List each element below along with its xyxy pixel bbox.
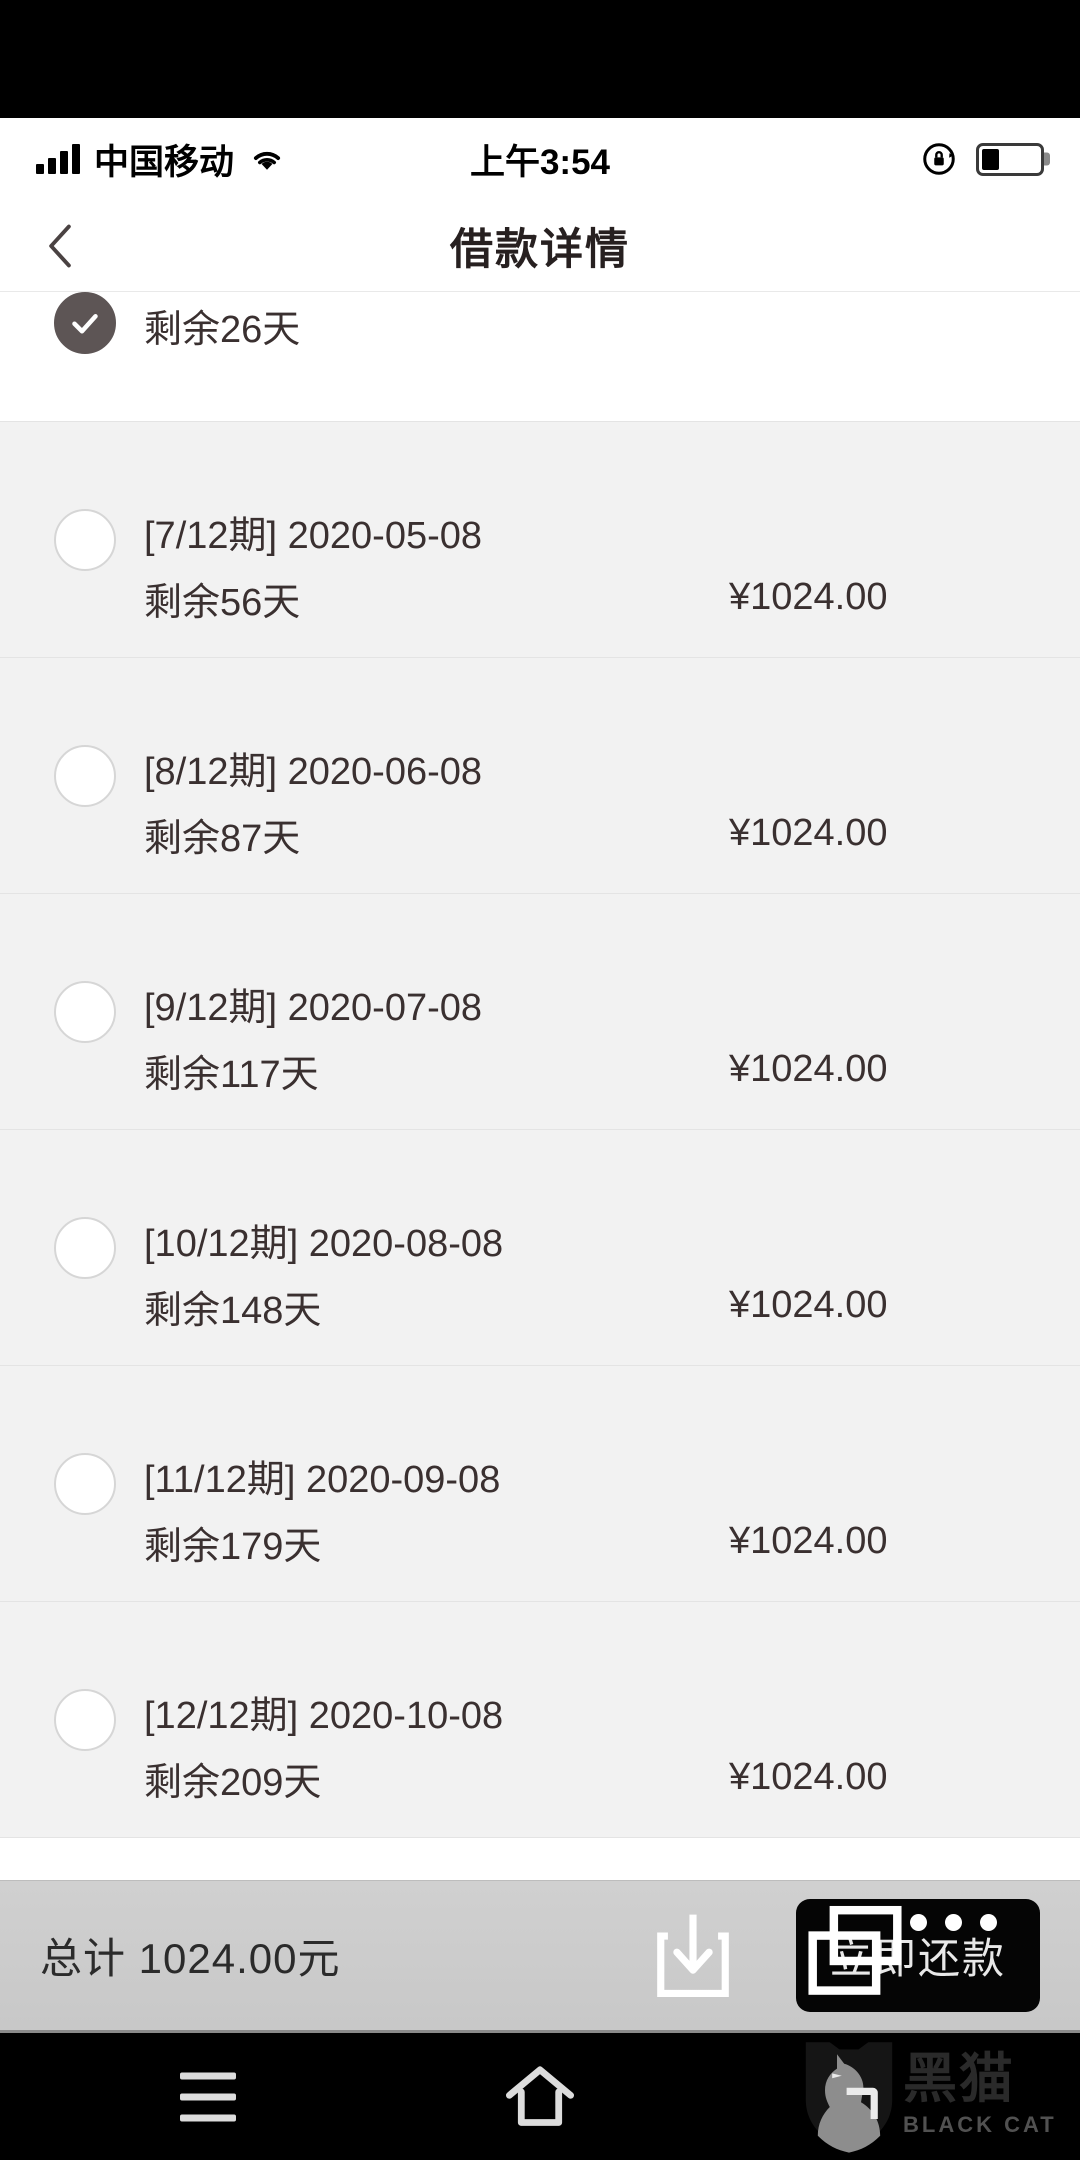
table-row[interactable]: [10/12期] 2020-08-08 剩余148天 ¥1024.00 (0, 1130, 1080, 1366)
status-bar-right (920, 140, 1044, 178)
row-remaining-days: 剩余87天 (144, 817, 301, 860)
row-body: [9/12期] 2020-07-08 剩余117天 ¥1024.00 (144, 926, 1080, 1098)
table-row[interactable]: [9/12期] 2020-07-08 剩余117天 ¥1024.00 (0, 894, 1080, 1130)
row-checkbox[interactable] (54, 1216, 116, 1279)
row-checkbox[interactable] (54, 508, 116, 571)
android-navigation-bar: 黑猫 BLACK CAT (0, 2030, 1080, 2160)
row-period-date: [7/12期] 2020-05-08 (144, 514, 483, 557)
row-remaining-days: 剩余117天 (144, 1053, 319, 1096)
row-texts: [7/12期] 2020-05-08 剩余56天 (144, 514, 729, 626)
table-row[interactable]: [11/12期] 2020-09-08 剩余179天 ¥1024.00 (0, 1366, 1080, 1602)
table-row[interactable]: 剩余26天 (0, 292, 1080, 422)
row-amount: ¥1024.00 (729, 1283, 888, 1326)
black-cat-shield-icon (805, 2042, 893, 2153)
row-remaining-days: 剩余56天 (144, 581, 301, 624)
battery-icon (976, 142, 1044, 176)
row-amount: ¥1024.00 (729, 1519, 888, 1562)
table-row[interactable]: [8/12期] 2020-06-08 剩余87天 ¥1024.00 (0, 658, 1080, 894)
row-period-date: [11/12期] 2020-09-08 (144, 1458, 501, 1501)
hamburger-menu-icon[interactable] (180, 2072, 236, 2121)
navigation-bar: 借款详情 (0, 200, 1080, 292)
row-body: [8/12期] 2020-06-08 剩余87天 ¥1024.00 (144, 690, 1080, 862)
row-period-date: [8/12期] 2020-06-08 (144, 750, 483, 793)
row-remaining-days: 剩余148天 (144, 1289, 322, 1332)
row-texts: [12/12期] 2020-10-08 剩余209天 (144, 1694, 729, 1806)
row-texts: [11/12期] 2020-09-08 剩余179天 (144, 1458, 729, 1570)
watermark: 黑猫 BLACK CAT (795, 2030, 1080, 2160)
watermark-text: 黑猫 BLACK CAT (903, 2052, 1057, 2138)
watermark-name-en: BLACK CAT (903, 2112, 1057, 2137)
repay-now-button[interactable]: 立即还款 (795, 1899, 1040, 2012)
row-amount: ¥1024.00 (729, 1047, 888, 1090)
home-icon[interactable] (499, 2063, 581, 2131)
row-amount: ¥1024.00 (729, 811, 888, 854)
row-texts: 剩余26天 (144, 292, 729, 353)
page-title: 借款详情 (450, 225, 630, 274)
row-checkbox[interactable] (54, 1688, 116, 1751)
rotation-lock-icon (920, 140, 958, 178)
row-remaining-days: 剩余26天 (144, 309, 301, 351)
row-period-date: [9/12期] 2020-07-08 (144, 986, 483, 1029)
row-body: 剩余26天 (144, 292, 1080, 353)
row-amount: ¥1024.00 (729, 1755, 888, 1798)
signal-bars-icon (36, 144, 80, 174)
row-period-date: [10/12期] 2020-08-08 (144, 1222, 504, 1265)
table-row[interactable]: [12/12期] 2020-10-08 剩余209天 ¥1024.00 (0, 1602, 1080, 1838)
top-black-strip (0, 0, 1080, 118)
row-checkbox[interactable] (54, 980, 116, 1043)
check-icon (72, 314, 98, 334)
row-texts: [9/12期] 2020-07-08 剩余117天 (144, 986, 729, 1098)
wifi-icon (248, 144, 286, 174)
row-body: [10/12期] 2020-08-08 剩余148天 ¥1024.00 (144, 1162, 1080, 1334)
row-body: [7/12期] 2020-05-08 剩余56天 ¥1024.00 (144, 454, 1080, 626)
row-remaining-days: 剩余179天 (144, 1525, 322, 1568)
row-checkbox[interactable] (54, 1452, 116, 1515)
row-body: [11/12期] 2020-09-08 剩余179天 ¥1024.00 (144, 1398, 1080, 1570)
installment-list[interactable]: 剩余26天 [7/12期] 2020-05-08 剩余56天 ¥1024.00 … (0, 292, 1080, 1838)
row-period-date: [12/12期] 2020-10-08 (144, 1694, 504, 1737)
row-texts: [8/12期] 2020-06-08 剩余87天 (144, 750, 729, 862)
status-bar-left: 中国移动 (36, 134, 286, 185)
row-body: [12/12期] 2020-10-08 剩余209天 ¥1024.00 (144, 1634, 1080, 1806)
total-amount-label: 总计 1024.00元 (40, 1935, 341, 1982)
row-checkbox-checked[interactable] (54, 292, 116, 354)
table-row[interactable]: [7/12期] 2020-05-08 剩余56天 ¥1024.00 (0, 422, 1080, 658)
row-checkbox[interactable] (54, 744, 116, 807)
bottom-summary-bar: 总计 1024.00元 立即还款 (0, 1880, 1080, 2030)
row-amount: ¥1024.00 (729, 575, 888, 618)
watermark-name-cn: 黑猫 (903, 2049, 1015, 2109)
carrier-label: 中国移动 (94, 142, 235, 182)
row-texts: [10/12期] 2020-08-08 剩余148天 (144, 1222, 729, 1334)
status-bar: 中国移动 上午3:54 (0, 118, 1080, 200)
row-remaining-days: 剩余209天 (144, 1761, 322, 1804)
